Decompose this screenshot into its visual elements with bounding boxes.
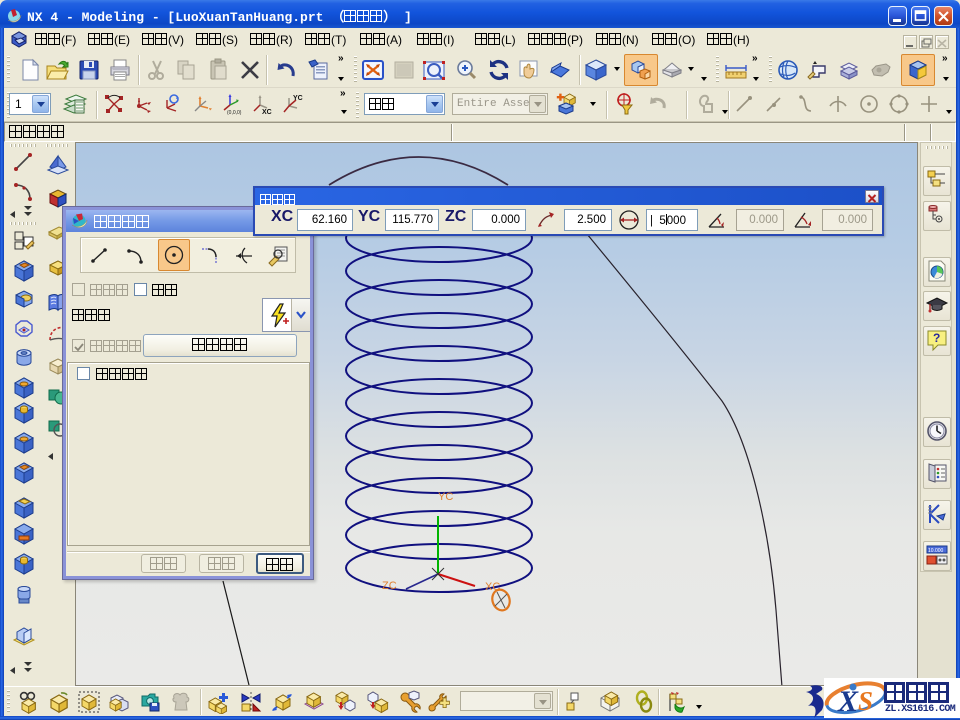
svg-text:X: X <box>837 685 859 718</box>
svg-text:10.000: 10.000 <box>928 548 944 554</box>
svg-text:YC: YC <box>438 491 453 503</box>
svg-text:XC: XC <box>262 109 272 116</box>
svg-text:ZC: ZC <box>382 580 397 592</box>
svg-text:YC: YC <box>293 95 303 102</box>
svg-text:(0,0,0): (0,0,0) <box>227 110 242 116</box>
svg-text:S: S <box>858 686 873 716</box>
svg-text:?: ? <box>933 331 940 345</box>
svg-text:XC: XC <box>485 581 500 593</box>
